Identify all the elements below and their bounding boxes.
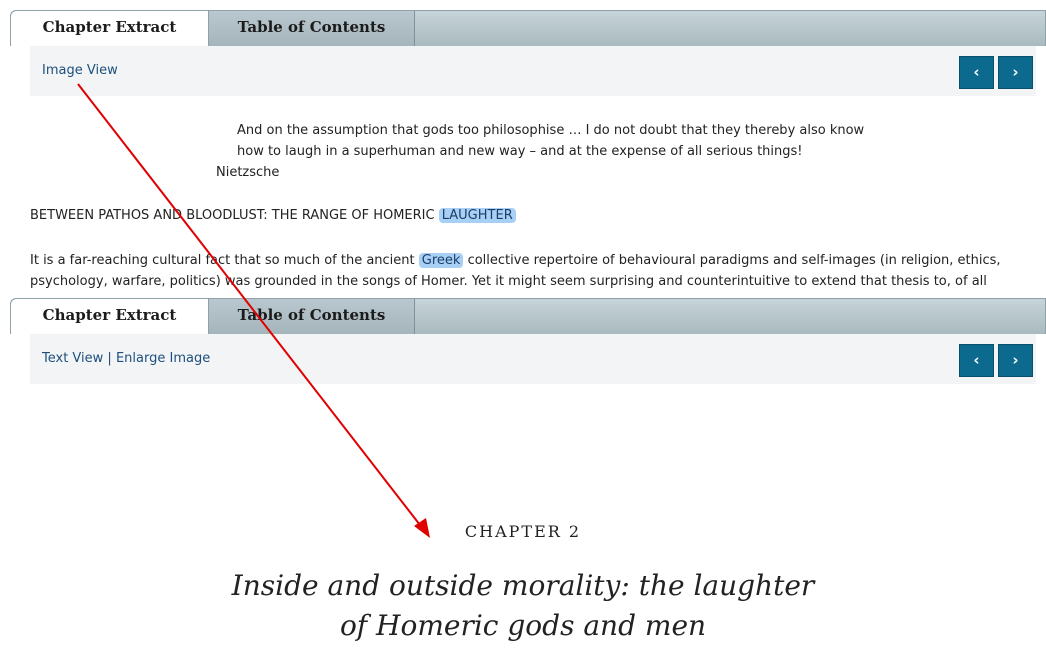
heading-text: BETWEEN PATHOS AND BLOODLUST: THE RANGE … bbox=[30, 208, 435, 223]
link-separator: | bbox=[107, 351, 112, 366]
body-paragraph: It is a far-reaching cultural fact that … bbox=[30, 250, 1030, 292]
paragraph-text: It is a far-reaching cultural fact that … bbox=[30, 253, 415, 268]
prev-page-button[interactable]: ‹ bbox=[959, 344, 994, 377]
tab-table-of-contents[interactable]: Table of Contents bbox=[209, 299, 415, 335]
next-page-button[interactable]: › bbox=[998, 344, 1033, 377]
chapter-title-line-2: of Homeric gods and men bbox=[339, 609, 707, 642]
text-view-link[interactable]: Text View bbox=[42, 351, 103, 366]
chevron-left-icon: ‹ bbox=[973, 63, 980, 81]
top-panel: Chapter Extract Table of Contents Image … bbox=[10, 10, 1046, 295]
search-highlight: LAUGHTER bbox=[438, 208, 516, 223]
tab-bar: Chapter Extract Table of Contents bbox=[10, 298, 1046, 336]
view-links: Text View | Enlarge Image bbox=[42, 334, 210, 384]
tab-bar: Chapter Extract Table of Contents bbox=[10, 10, 1046, 48]
enlarge-image-link[interactable]: Enlarge Image bbox=[116, 351, 210, 366]
view-links: Image View bbox=[42, 46, 118, 96]
epigraph: And on the assumption that gods too phil… bbox=[216, 120, 865, 183]
paragraph-line-1: It is a far-reaching cultural fact that … bbox=[30, 250, 1030, 271]
chevron-left-icon: ‹ bbox=[973, 351, 980, 369]
paragraph-text: collective repertoire of behavioural par… bbox=[467, 253, 1001, 268]
tab-chapter-extract[interactable]: Chapter Extract bbox=[11, 11, 209, 48]
chapter-title-line-1: Inside and outside morality: the laughte… bbox=[231, 569, 815, 602]
image-view-link[interactable]: Image View bbox=[42, 63, 118, 78]
top-toolbar: Image View ‹ › bbox=[30, 46, 1036, 96]
epigraph-line-1: And on the assumption that gods too phil… bbox=[237, 123, 865, 138]
paragraph-line-2: psychology, warfare, politics) was groun… bbox=[30, 274, 987, 289]
tab-chapter-extract[interactable]: Chapter Extract bbox=[11, 299, 209, 336]
chapter-title: Inside and outside morality: the laughte… bbox=[0, 566, 1046, 646]
chevron-right-icon: › bbox=[1012, 63, 1019, 81]
epigraph-line-2: how to laugh in a superhuman and new way… bbox=[237, 144, 803, 159]
next-page-button[interactable]: › bbox=[998, 56, 1033, 89]
chevron-right-icon: › bbox=[1012, 351, 1019, 369]
section-heading: BETWEEN PATHOS AND BLOODLUST: THE RANGE … bbox=[30, 205, 1030, 226]
chapter-label: CHAPTER 2 bbox=[464, 522, 582, 541]
prev-page-button[interactable]: ‹ bbox=[959, 56, 994, 89]
search-highlight: Greek bbox=[418, 253, 464, 268]
bottom-toolbar: Text View | Enlarge Image ‹ › bbox=[30, 334, 1036, 384]
epigraph-author: Nietzsche bbox=[216, 165, 280, 180]
tab-table-of-contents[interactable]: Table of Contents bbox=[209, 11, 415, 47]
